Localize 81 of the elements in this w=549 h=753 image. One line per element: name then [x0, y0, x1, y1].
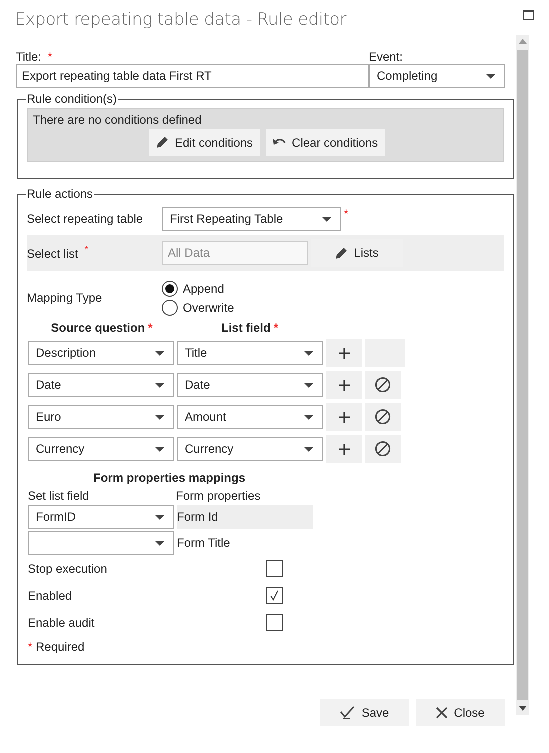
rule-actions-legend: Rule actions — [26, 187, 94, 201]
source-question-dropdown[interactable]: Currency — [28, 437, 174, 461]
checkbox[interactable] — [266, 560, 283, 577]
plus-icon — [338, 412, 350, 422]
caret-icon — [304, 382, 314, 388]
caret-icon — [155, 350, 165, 356]
caret-icon — [155, 514, 165, 520]
remove-row-button[interactable] — [365, 371, 401, 399]
add-row-button[interactable] — [326, 435, 362, 463]
checkbox[interactable] — [266, 587, 283, 604]
add-row-button[interactable] — [326, 371, 362, 399]
required-note: Required — [36, 640, 85, 654]
form-property-cell[interactable]: Form Title — [177, 531, 313, 555]
column-header: Set list field — [28, 489, 90, 503]
remove-row-button[interactable] — [365, 435, 401, 463]
list-field-dropdown[interactable]: FormID — [28, 505, 174, 529]
list-field-dropdown[interactable]: Currency — [177, 437, 323, 461]
form-properties-heading: Form properties mappings — [92, 471, 247, 485]
radio-option[interactable]: Append — [162, 280, 234, 296]
event-dropdown[interactable]: Completing — [369, 64, 505, 88]
required-mark: * — [84, 245, 89, 256]
list-field-dropdown[interactable] — [28, 531, 174, 555]
edit-conditions-button[interactable]: Edit conditions — [149, 129, 260, 156]
event-label: Event: — [369, 50, 404, 64]
list-field-dropdown[interactable]: Amount — [177, 405, 323, 429]
rule-conditions-legend: Rule condition(s) — [26, 92, 118, 106]
source-question-dropdown[interactable]: Date — [28, 373, 174, 397]
caret-icon — [304, 446, 314, 452]
option-label: Enabled — [28, 588, 74, 602]
close-icon — [436, 706, 448, 718]
repeating-table-dropdown[interactable]: First Repeating Table — [162, 207, 341, 231]
window-title: Export repeating table data - Rule editor — [15, 10, 346, 32]
required-mark: * — [274, 321, 278, 335]
checkbox[interactable] — [266, 614, 283, 631]
add-row-button[interactable] — [326, 403, 362, 431]
caret-icon — [155, 382, 165, 388]
pencil-icon — [335, 246, 348, 260]
close-button[interactable]: Close — [416, 699, 505, 726]
caret-icon — [155, 414, 165, 420]
caret-icon — [155, 446, 165, 452]
repeating-table-label: Select repeating table — [27, 212, 144, 226]
plus-icon — [338, 380, 350, 390]
prohibited-icon — [375, 441, 391, 457]
clear-conditions-button[interactable]: Clear conditions — [266, 129, 386, 156]
option-label: Enable audit — [28, 616, 96, 630]
caret-icon — [304, 350, 314, 356]
title-field[interactable]: Export repeating table data First RT — [16, 64, 369, 88]
scrollbar[interactable] — [516, 35, 529, 715]
no-conditions-message: There are no conditions defined — [33, 113, 202, 127]
caret-icon — [486, 74, 496, 78]
caret-icon — [155, 540, 165, 546]
required-mark: * — [344, 207, 349, 221]
caret-icon — [304, 414, 314, 420]
list-field-dropdown[interactable]: Title — [177, 341, 323, 365]
add-row-button[interactable] — [326, 339, 362, 367]
column-header: List field — [221, 321, 271, 335]
source-question-dropdown[interactable]: Description — [28, 341, 174, 365]
required-mark: * — [148, 321, 153, 335]
maximize-icon[interactable] — [523, 10, 534, 20]
list-field-dropdown[interactable]: Date — [177, 373, 323, 397]
select-list-label: Select list — [27, 247, 78, 261]
pencil-icon — [156, 136, 169, 149]
column-header: Source question — [51, 321, 146, 335]
column-header: Form properties — [176, 489, 262, 503]
required-mark: * — [28, 640, 33, 654]
plus-icon — [338, 444, 350, 454]
required-mark: * — [48, 50, 53, 64]
form-property-cell[interactable]: Form Id — [177, 505, 313, 529]
remove-row-button[interactable] — [365, 403, 401, 431]
radio-option[interactable]: Overwrite — [162, 300, 234, 316]
option-label: Stop execution — [28, 562, 108, 576]
caret-icon — [322, 216, 332, 222]
scroll-down-icon[interactable] — [518, 706, 526, 711]
plus-icon — [338, 348, 350, 358]
checkmark-icon — [340, 706, 356, 720]
mapping-type-label: Mapping Type — [27, 291, 104, 305]
save-button[interactable]: Save — [320, 699, 409, 726]
prohibited-icon — [375, 409, 391, 425]
title-label: Title: — [16, 50, 42, 64]
prohibited-icon — [375, 377, 391, 393]
source-question-dropdown[interactable]: Euro — [28, 405, 174, 429]
